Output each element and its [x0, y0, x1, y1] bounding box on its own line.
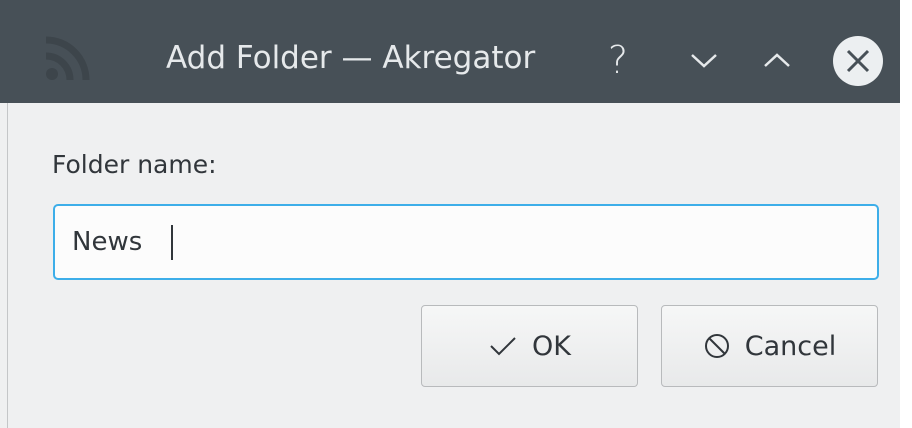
checkmark-icon: [488, 335, 518, 357]
maximize-icon: [764, 53, 790, 67]
add-folder-dialog: Add Folder — Akregator ? Folder name: Ne…: [0, 0, 912, 428]
cancel-button-label: Cancel: [744, 330, 837, 362]
rss-feed-icon: [40, 32, 94, 86]
minimize-button[interactable]: [682, 40, 726, 80]
close-button[interactable]: [832, 35, 884, 87]
ok-button[interactable]: OK: [421, 305, 638, 387]
title-bar[interactable]: Add Folder — Akregator ?: [0, 0, 900, 103]
folder-name-input[interactable]: [53, 204, 879, 280]
close-icon: [833, 36, 883, 86]
minimize-icon: [691, 54, 717, 68]
maximize-button[interactable]: [755, 40, 799, 80]
folder-name-label: Folder name:: [52, 150, 217, 179]
cancel-circle-icon: [703, 332, 731, 360]
window-title: Add Folder — Akregator: [166, 40, 536, 76]
cancel-button[interactable]: Cancel: [661, 305, 878, 387]
window-left-border: [0, 103, 8, 428]
help-icon: ?: [607, 38, 629, 82]
ok-button-label: OK: [532, 330, 571, 362]
dialog-body: Folder name: OK Cancel: [8, 103, 900, 428]
help-button[interactable]: ?: [598, 40, 638, 80]
window-right-edge: [900, 0, 912, 428]
text-cursor: [171, 225, 173, 260]
